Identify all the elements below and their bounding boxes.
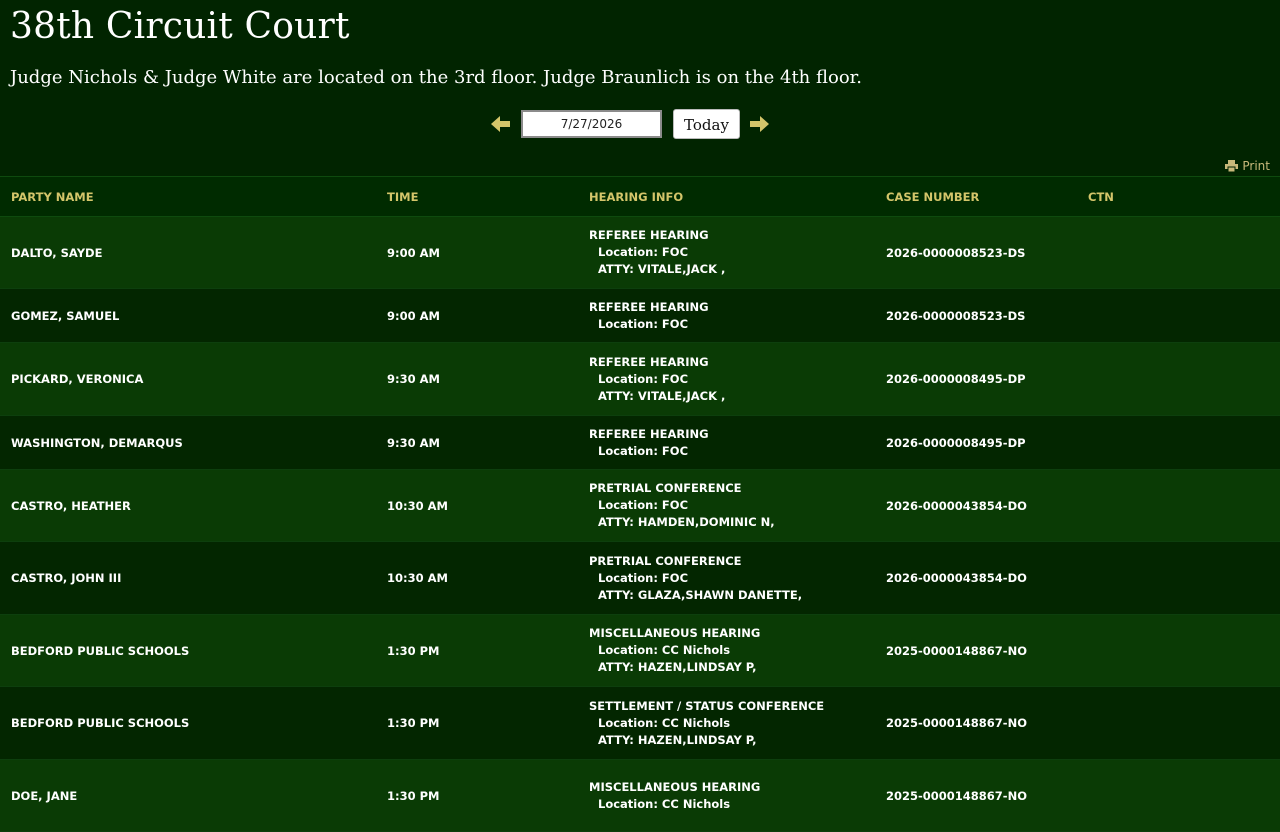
hearing-info-cell: REFEREE HEARING Location: FOC [578,415,875,470]
party-name-cell: GOMEZ, SAMUEL [0,288,376,343]
party-name-cell: BEDFORD PUBLIC SCHOOLS [0,686,376,760]
case-number-cell: 2026-0000043854-DO [875,469,1077,542]
time-cell: 1:30 PM [376,686,578,760]
time-cell: 9:00 AM [376,288,578,343]
hearing-type: REFEREE HEARING [589,354,709,369]
time-cell: 10:30 AM [376,541,578,615]
hearing-info-cell: PRETRIAL CONFERENCE Location: FOC ATTY: GL… [578,541,875,615]
time-cell: 1:30 PM [376,759,578,832]
hearing-location: Location: CC Nichols [598,643,731,657]
table-header-row: PARTY NAME TIME HEARING INFO CASE NUMBER… [0,176,1280,217]
time-cell: 1:30 PM [376,614,578,687]
hearing-location: Location: FOC [598,371,689,386]
party-name-cell: PICKARD, VERONICA [0,342,376,416]
column-header-hearing-info[interactable]: HEARING INFO [578,176,875,217]
ctn-cell [1077,541,1280,615]
time-cell: 9:30 AM [376,415,578,470]
case-number-cell: 2026-0000008495-DP [875,415,1077,470]
print-label: Print [1242,159,1270,173]
ctn-cell [1077,614,1280,687]
column-header-time[interactable]: TIME [376,176,578,217]
table-row: BEDFORD PUBLIC SCHOOLS 1:30 PM MISCELLANEO… [0,614,1280,687]
date-input[interactable]: 7/27/2026 [521,110,662,138]
ctn-cell [1077,216,1280,289]
floor-info-text: Judge Nichols & Judge White are located … [10,67,863,88]
party-name-cell: DOE, JANE [0,759,376,832]
party-name-cell: DALTO, SAYDE [0,216,376,289]
hearing-attorney: ATTY: VITALE,JACK , [598,262,726,276]
today-button[interactable]: Today [673,109,740,139]
hearing-info-cell: MISCELLANEOUS HEARING Location: CC Nichol… [578,759,875,832]
ctn-cell [1077,686,1280,760]
case-number-cell: 2025-0000148867-NO [875,759,1077,832]
ctn-cell [1077,469,1280,542]
table-row: GOMEZ, SAMUEL 9:00 AM REFEREE HEARING Locat… [0,288,1280,343]
column-header-ctn[interactable]: CTN [1077,176,1280,217]
party-name-cell: CASTRO, JOHN III [0,541,376,615]
ctn-cell [1077,759,1280,832]
case-number-cell: 2026-0000008495-DP [875,342,1077,416]
time-cell: 9:00 AM [376,216,578,289]
hearing-attorney: ATTY: HAMDEN,DOMINIC N, [598,515,775,529]
hearing-info-cell: REFEREE HEARING Location: FOC [578,288,875,343]
time-cell: 10:30 AM [376,469,578,542]
hearing-location: Location: FOC [598,498,689,512]
hearing-type: MISCELLANEOUS HEARING [589,779,761,794]
hearing-location: Location: CC Nichols [598,796,731,811]
hearing-type: MISCELLANEOUS HEARING [589,626,761,640]
hearing-type: SETTLEMENT / STATUS CONFERENCE [589,698,825,713]
party-name-cell: CASTRO, HEATHER [0,469,376,542]
hearing-attorney: ATTY: HAZEN,LINDSAY P, [598,732,757,747]
ctn-cell [1077,288,1280,343]
case-number-cell: 2025-0000148867-NO [875,614,1077,687]
table-row: BEDFORD PUBLIC SCHOOLS 1:30 PM SETTLEMENT … [0,686,1280,760]
hearing-attorney: ATTY: HAZEN,LINDSAY P, [598,660,757,674]
hearing-location: Location: FOC [598,570,689,585]
hearing-type: REFEREE HEARING [589,299,709,314]
date-navigation: 7/27/2026 Today [0,108,1280,140]
column-header-case-number[interactable]: CASE NUMBER [875,176,1077,217]
party-name-cell: BEDFORD PUBLIC SCHOOLS [0,614,376,687]
table-row: CASTRO, HEATHER 10:30 AM PRETRIAL CONFEREN… [0,469,1280,542]
docket-table: PARTY NAME TIME HEARING INFO CASE NUMBER… [0,176,1280,832]
time-cell: 9:30 AM [376,342,578,416]
ctn-cell [1077,415,1280,470]
hearing-attorney: ATTY: GLAZA,SHAWN DANETTE, [598,587,803,602]
hearing-attorney: ATTY: VITALE,JACK , [598,388,726,403]
hearing-type: PRETRIAL CONFERENCE [589,553,742,568]
column-header-party-name[interactable]: PARTY NAME [0,176,376,217]
arrow-left-icon[interactable] [489,114,511,134]
hearing-type: PRETRIAL CONFERENCE [589,481,742,495]
hearing-info-cell: REFEREE HEARING Location: FOC ATTY: VITALE… [578,342,875,416]
case-number-cell: 2026-0000008523-DS [875,288,1077,343]
table-row: PICKARD, VERONICA 9:30 AM REFEREE HEARING L… [0,342,1280,416]
hearing-location: Location: FOC [598,443,689,458]
table-row: WASHINGTON, DEMARQUS 9:30 AM REFEREE HEARI… [0,415,1280,470]
hearing-type: REFEREE HEARING [589,426,709,441]
table-row: DOE, JANE 1:30 PM MISCELLANEOUS HEARING Loc… [0,759,1280,832]
hearing-info-cell: SETTLEMENT / STATUS CONFERENCE Location: … [578,686,875,760]
case-number-cell: 2025-0000148867-NO [875,686,1077,760]
table-row: DALTO, SAYDE 9:00 AM REFEREE HEARING Locati… [0,216,1280,289]
hearing-info-cell: MISCELLANEOUS HEARING Location: CC Nichol… [578,614,875,687]
hearing-info-cell: REFEREE HEARING Location: FOC ATTY: VITALE… [578,216,875,289]
hearing-location: Location: FOC [598,245,689,259]
ctn-cell [1077,342,1280,416]
hearing-info-cell: PRETRIAL CONFERENCE Location: FOC ATTY: HA… [578,469,875,542]
docket-table-body: DALTO, SAYDE 9:00 AM REFEREE HEARING Locati… [0,216,1280,832]
hearing-type: REFEREE HEARING [589,228,709,242]
printer-icon [1225,160,1239,172]
table-row: CASTRO, JOHN III 10:30 AM PRETRIAL CONFERE… [0,541,1280,615]
page-title: 38th Circuit Court [10,6,350,47]
arrow-right-icon[interactable] [749,114,771,134]
party-name-cell: WASHINGTON, DEMARQUS [0,415,376,470]
case-number-cell: 2026-0000043854-DO [875,541,1077,615]
case-number-cell: 2026-0000008523-DS [875,216,1077,289]
hearing-location: Location: FOC [598,316,689,331]
print-button[interactable]: Print [1225,159,1270,173]
hearing-location: Location: CC Nichols [598,715,731,730]
